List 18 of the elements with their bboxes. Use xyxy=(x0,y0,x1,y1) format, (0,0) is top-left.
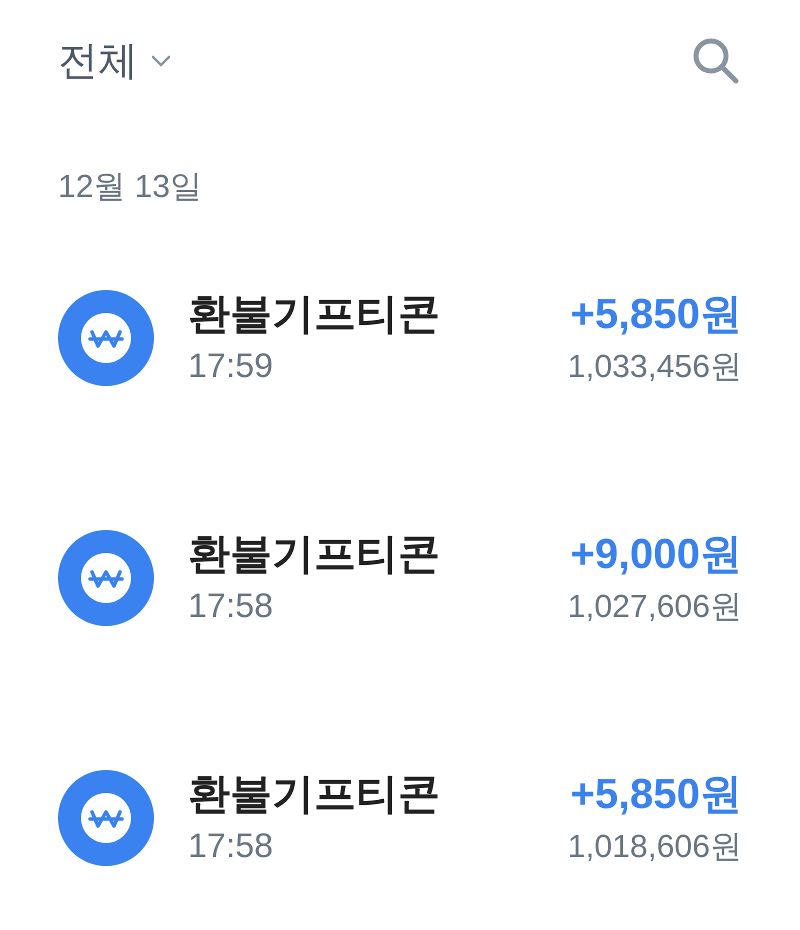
transaction-amount: +5,850원 xyxy=(570,773,742,815)
transaction-time: 17:59 xyxy=(188,349,274,383)
transaction-time: 17:58 xyxy=(188,829,274,863)
balance-amount: 1,018,606원 xyxy=(568,830,742,862)
balance-amount: 1,033,456원 xyxy=(568,350,742,382)
filter-dropdown[interactable]: 전체 xyxy=(58,31,172,91)
won-coin-icon xyxy=(58,770,154,866)
chevron-down-icon xyxy=(150,54,172,68)
won-coin-icon xyxy=(58,530,154,626)
transaction-amount: +5,850원 xyxy=(570,293,742,335)
date-label: 12월 13일 xyxy=(58,170,202,202)
transaction-amount: +9,000원 xyxy=(570,533,742,575)
transaction-time: 17:58 xyxy=(188,589,274,623)
won-coin-icon xyxy=(58,290,154,386)
transaction-title: 환불기프티콘 xyxy=(188,773,440,815)
balance-amount: 1,027,606원 xyxy=(568,590,742,622)
transaction-title: 환불기프티콘 xyxy=(188,533,440,575)
transaction-title: 환불기프티콘 xyxy=(188,293,440,335)
